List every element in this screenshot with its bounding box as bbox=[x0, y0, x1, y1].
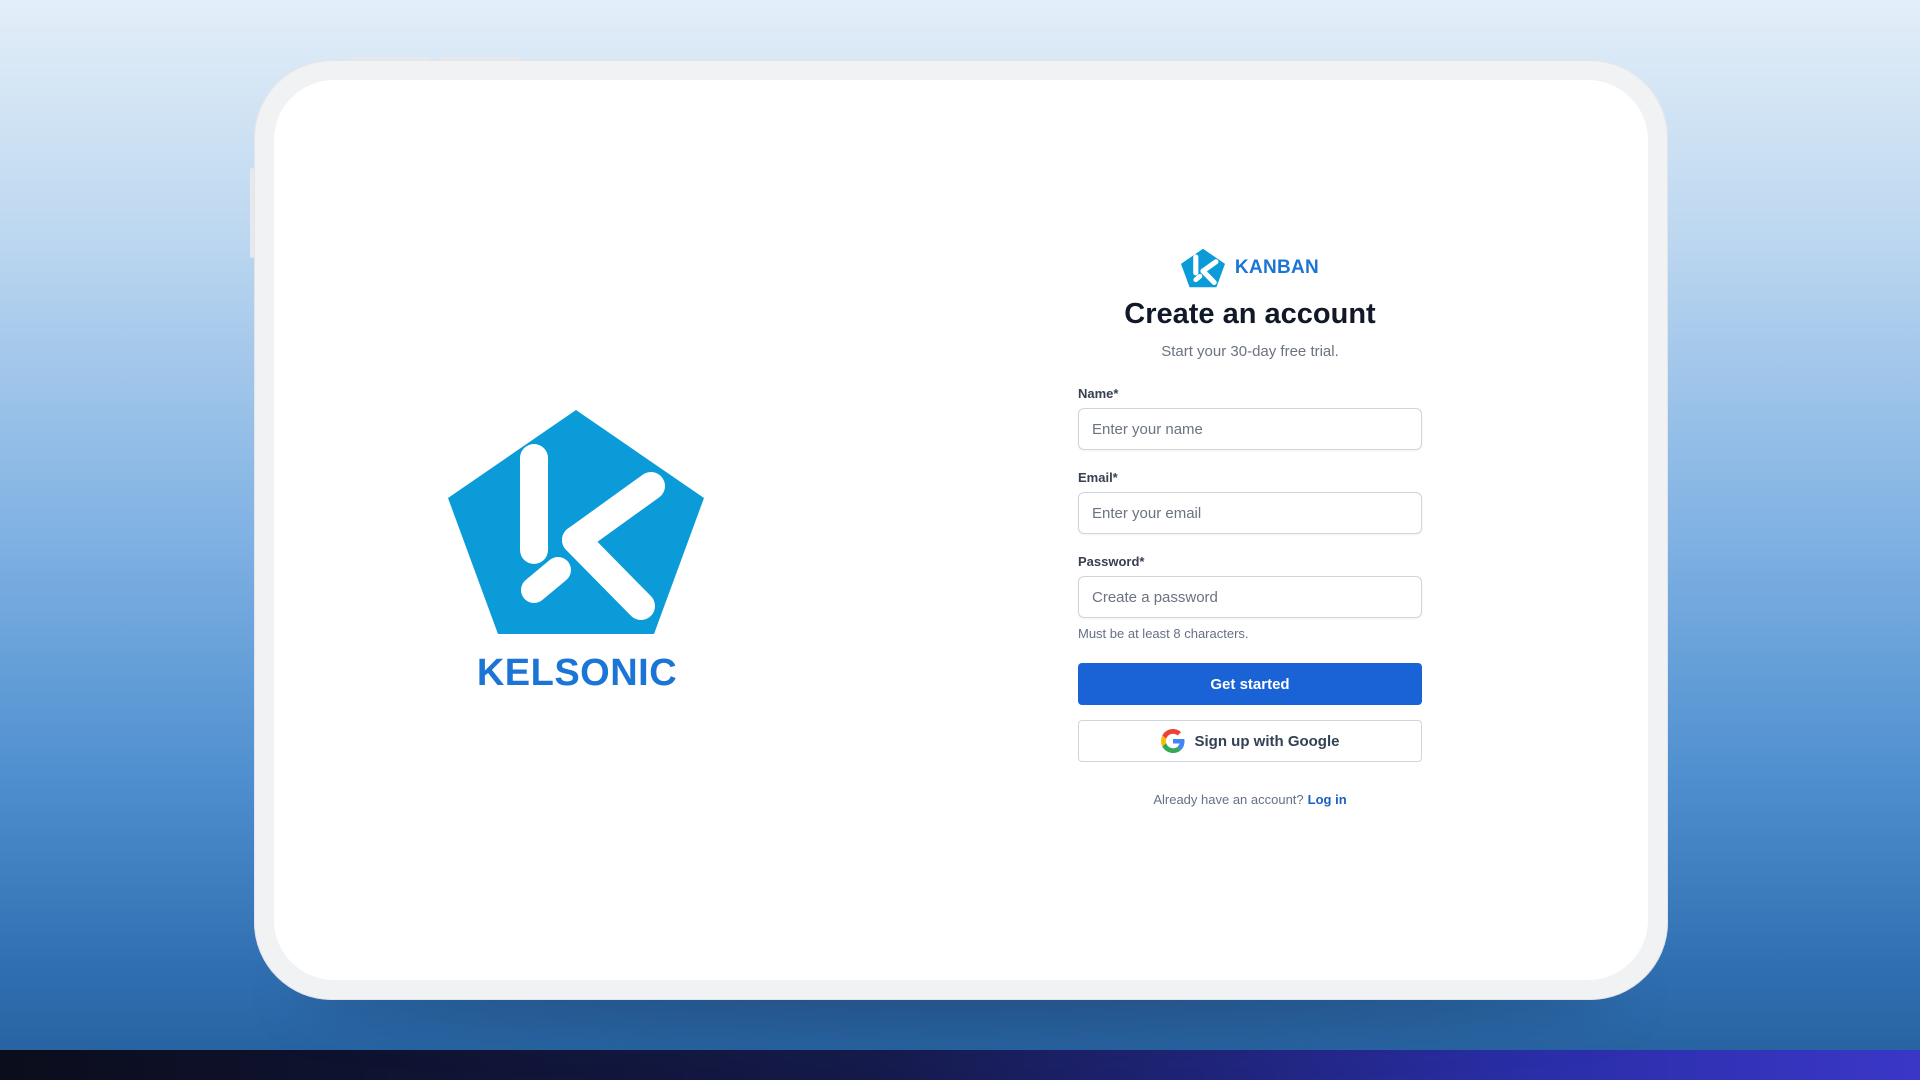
form-fields: Name* Email* Password* Must be at least … bbox=[1078, 386, 1422, 641]
signup-form: KANBAN Create an account Start your 30-d… bbox=[1078, 248, 1422, 807]
tablet-top-button bbox=[350, 57, 430, 60]
name-input[interactable] bbox=[1078, 408, 1422, 450]
tablet-top-button bbox=[440, 57, 520, 60]
page-subtitle: Start your 30-day free trial. bbox=[1161, 343, 1339, 360]
login-link[interactable]: Log in bbox=[1308, 792, 1347, 807]
brand-name: KELSONIC bbox=[476, 652, 678, 694]
tablet-frame: KELSONIC KANBAN Create an account Start … bbox=[250, 57, 1668, 1000]
password-input[interactable] bbox=[1078, 576, 1422, 618]
email-field-group: Email* bbox=[1078, 470, 1422, 534]
email-input[interactable] bbox=[1078, 492, 1422, 534]
google-signup-button[interactable]: Sign up with Google bbox=[1078, 720, 1422, 762]
login-row: Already have an account? Log in bbox=[1078, 792, 1422, 807]
kelsonic-logo-icon bbox=[448, 410, 704, 634]
login-prompt: Already have an account? bbox=[1153, 792, 1304, 807]
google-button-label: Sign up with Google bbox=[1194, 732, 1340, 750]
name-label: Name* bbox=[1078, 386, 1119, 401]
app-brand: KANBAN bbox=[1078, 248, 1422, 288]
password-field-group: Password* Must be at least 8 characters. bbox=[1078, 554, 1422, 641]
google-icon bbox=[1160, 729, 1184, 753]
name-field-group: Name* bbox=[1078, 386, 1422, 450]
password-hint: Must be at least 8 characters. bbox=[1078, 626, 1249, 641]
bottom-band bbox=[0, 1050, 1920, 1080]
tablet-side-button bbox=[250, 168, 254, 258]
app-name: KANBAN bbox=[1234, 257, 1320, 278]
kanban-logo-icon bbox=[1180, 248, 1225, 288]
email-label: Email* bbox=[1078, 470, 1118, 485]
app-screen: KELSONIC KANBAN Create an account Start … bbox=[274, 80, 1648, 980]
get-started-button[interactable]: Get started bbox=[1078, 663, 1422, 705]
password-label: Password* bbox=[1078, 554, 1145, 569]
page-title: Create an account bbox=[1124, 298, 1376, 330]
